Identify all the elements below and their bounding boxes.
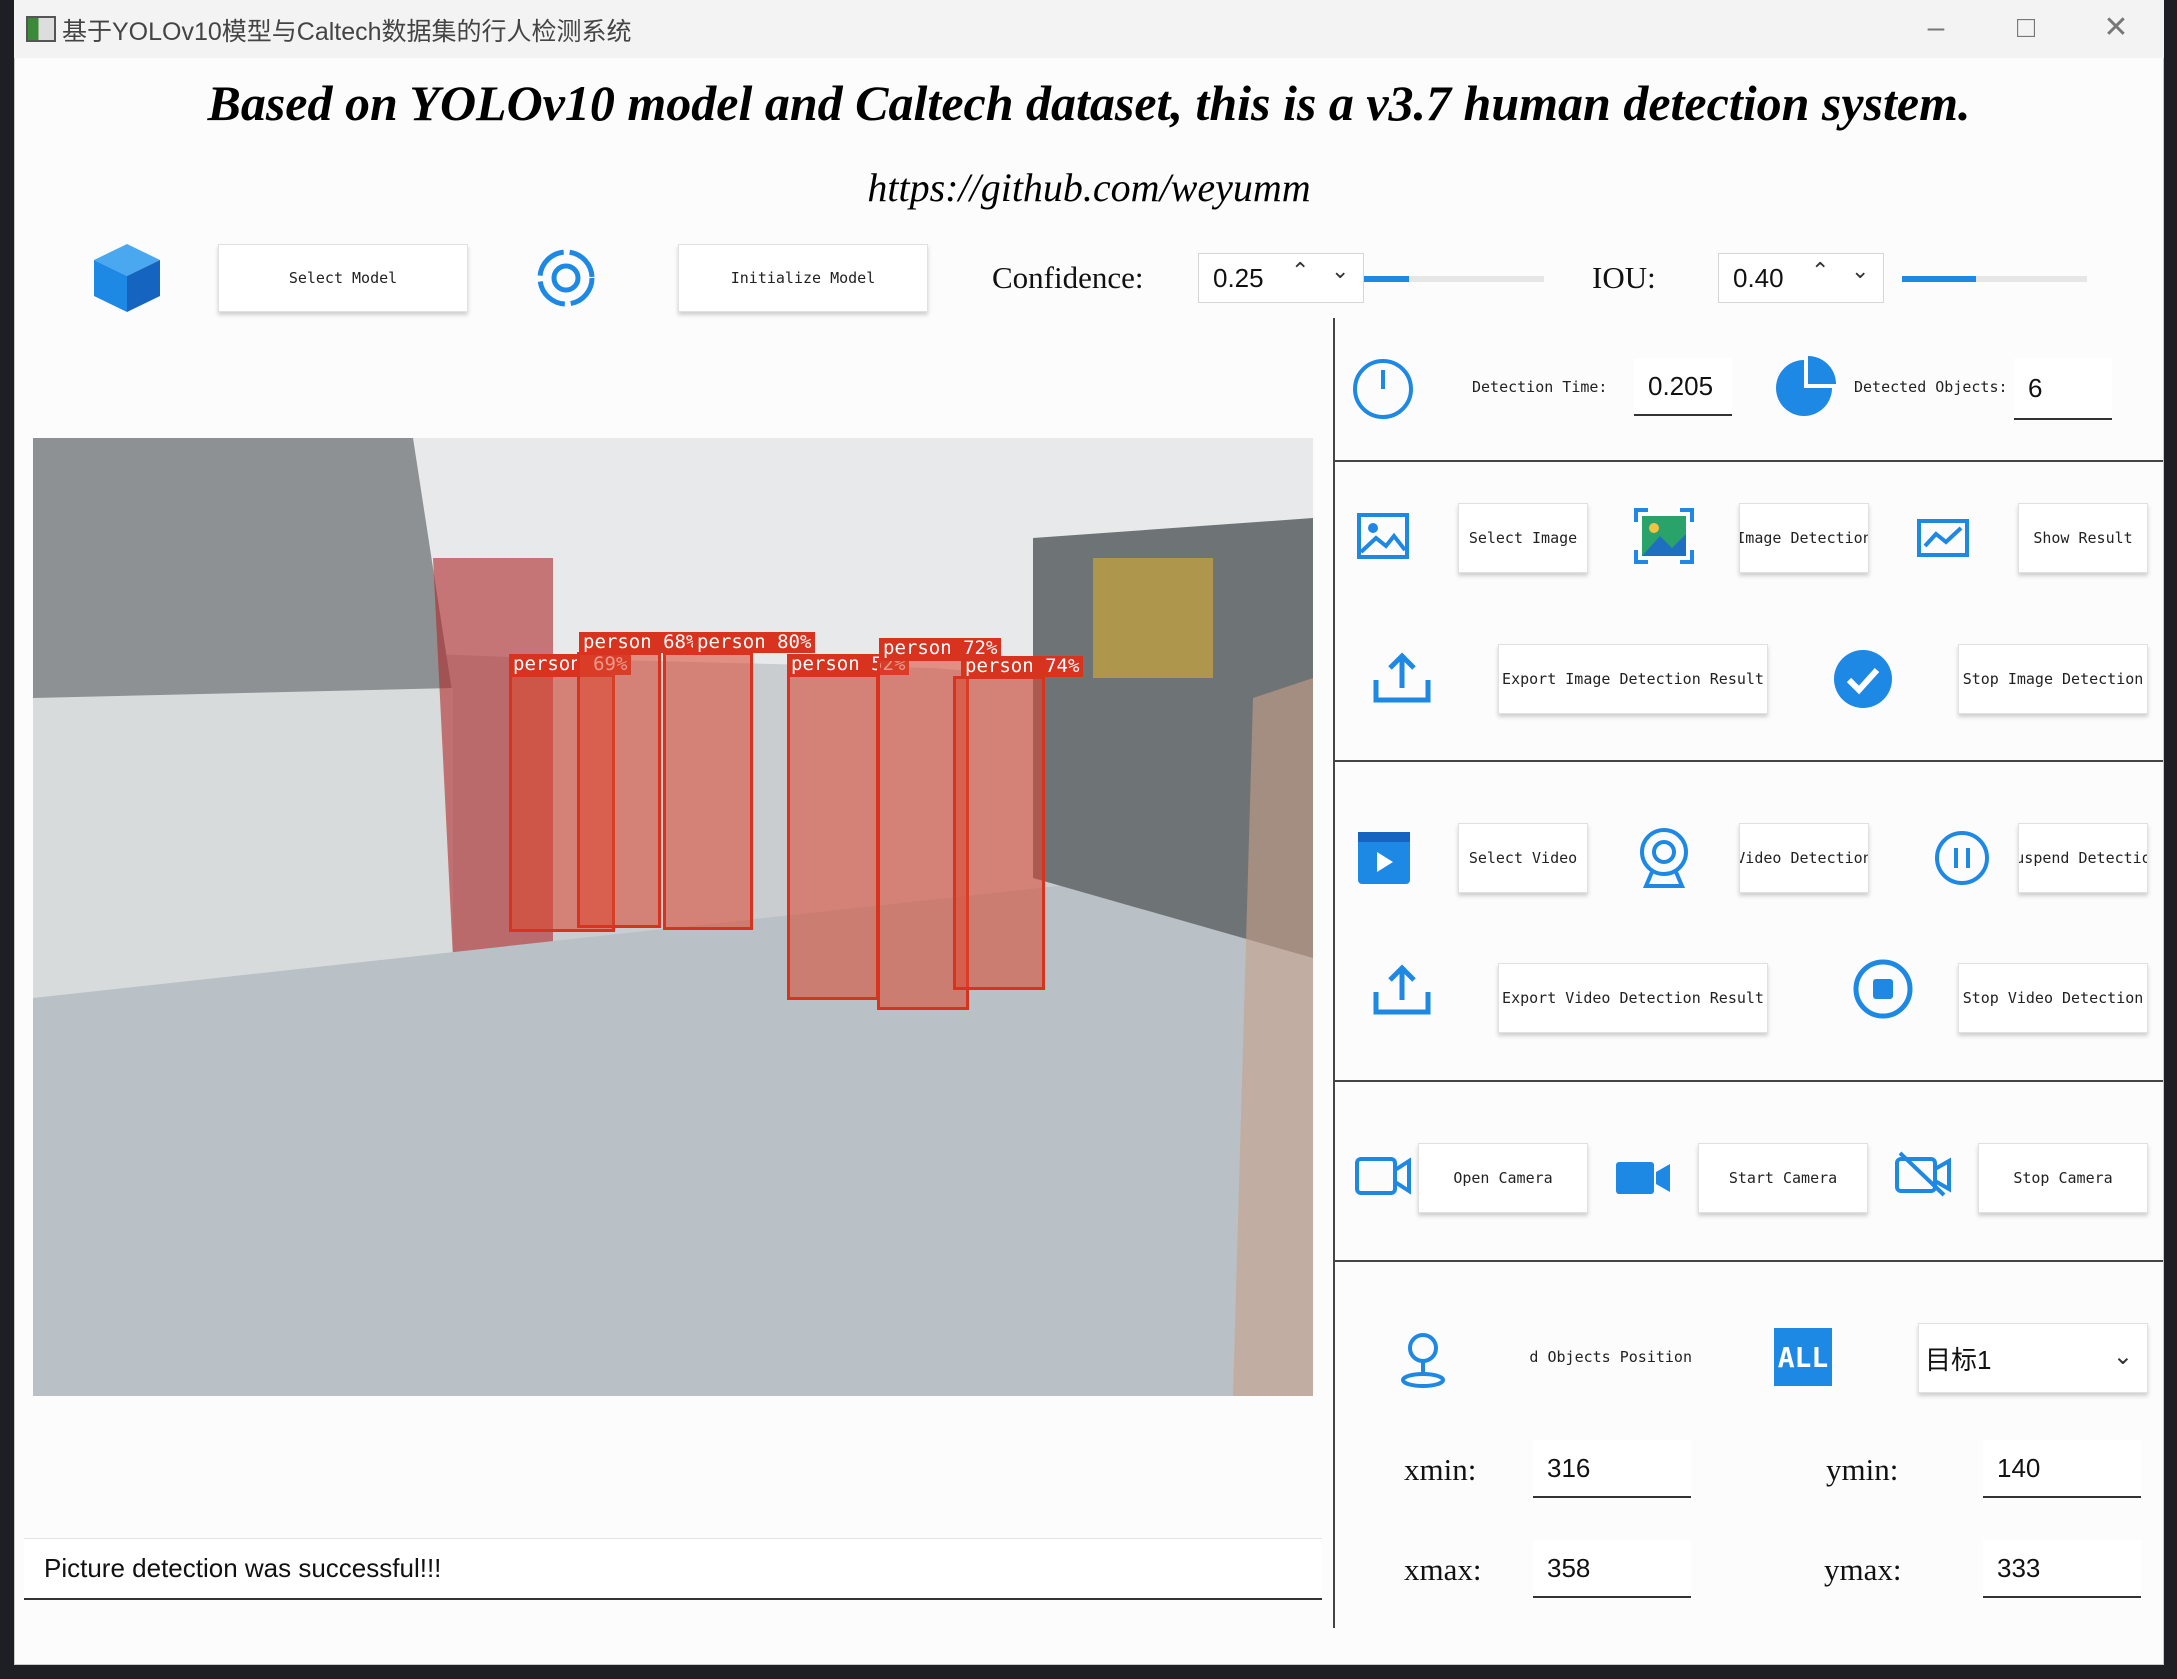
chevron-up-icon[interactable]: ⌃	[1291, 258, 1309, 284]
iou-value: 0.40	[1733, 262, 1784, 293]
check-circle-icon	[1834, 650, 1892, 708]
xmax-field: 358	[1533, 1540, 1691, 1598]
stop-video-detection-button[interactable]: Stop Video Detection	[1958, 963, 2148, 1033]
minimize-button[interactable]: –	[1906, 8, 1966, 48]
ymax-field: 333	[1983, 1540, 2141, 1598]
detection-box	[577, 652, 661, 928]
iou-slider-fill	[1902, 276, 1976, 282]
location-pin-icon	[1401, 1333, 1445, 1388]
video-detection-button[interactable]: Video Detection	[1739, 823, 1869, 893]
repo-link[interactable]: https://github.com/weyumm	[14, 164, 2164, 211]
detection-box	[787, 674, 879, 1000]
detection-label: person 68%	[579, 632, 702, 653]
select-model-button[interactable]: Select Model	[218, 244, 468, 312]
confidence-label: Confidence:	[992, 260, 1144, 295]
ymin-field: 140	[1983, 1440, 2141, 1498]
initialize-model-button[interactable]: Initialize Model	[678, 244, 928, 312]
xmin-label: xmin:	[1404, 1452, 1477, 1487]
target-select-value: 目标1	[1925, 1344, 1992, 1375]
open-camera-button[interactable]: Open Camera	[1418, 1143, 1588, 1213]
section-divider	[1333, 760, 2163, 762]
app-icon	[26, 16, 56, 42]
image-detection-button[interactable]: Image Detection	[1739, 503, 1869, 573]
chevron-down-icon[interactable]: ⌄	[1331, 258, 1349, 284]
confidence-value: 0.25	[1213, 262, 1264, 293]
show-result-button[interactable]: Show Result	[2018, 503, 2148, 573]
detection-time-label: Detection Time:	[1472, 378, 1608, 396]
export-image-result-button[interactable]: Export Image Detection Result	[1498, 644, 1768, 714]
timer-icon	[1353, 359, 1413, 419]
section-divider	[1333, 1080, 2163, 1082]
detected-objects-label: Detected Objects:	[1854, 378, 2008, 396]
iou-label: IOU:	[1592, 260, 1656, 295]
section-divider	[1333, 460, 2163, 462]
close-button[interactable]: ✕	[2086, 8, 2146, 48]
all-badge[interactable]: ALL	[1774, 1328, 1832, 1386]
confidence-slider-fill	[1364, 276, 1409, 282]
camera-outline-icon	[1355, 1157, 1411, 1195]
select-image-button[interactable]: Select Image	[1458, 503, 1588, 573]
target-select[interactable]: 目标1 ⌄	[1918, 1323, 2148, 1393]
detection-box	[953, 676, 1045, 990]
upload-icon	[1373, 652, 1431, 703]
detected-objects-position-label: Detected Objects Position	[1530, 1348, 1692, 1366]
window-title: 基于YOLOv10模型与Caltech数据集的行人检测系统	[62, 18, 632, 46]
section-divider	[1333, 1260, 2163, 1262]
camera-off-icon	[1895, 1151, 1951, 1197]
image-detection-icon	[1634, 508, 1694, 564]
status-message: Picture detection was successful!!!	[24, 1538, 1322, 1600]
video-file-icon	[1358, 832, 1410, 884]
detection-label: person 74%	[961, 656, 1084, 677]
detection-box	[663, 652, 753, 930]
xmin-field: 316	[1533, 1440, 1691, 1498]
refresh-icon	[537, 249, 595, 307]
select-video-button[interactable]: Select Video	[1458, 823, 1588, 893]
export-video-result-button[interactable]: Export Video Detection Result	[1498, 963, 1768, 1033]
camera-filled-icon	[1616, 1162, 1670, 1194]
suspend-detection-button[interactable]: Suspend Detection	[2018, 823, 2148, 893]
detected-objects-field: 6	[2014, 358, 2112, 420]
page-title: Based on YOLOv10 model and Caltech datas…	[207, 75, 1971, 131]
detection-image: person 69% person 68% person 80% person …	[33, 438, 1313, 1396]
ymax-label: ymax:	[1824, 1552, 1902, 1587]
iou-slider[interactable]	[1902, 276, 2087, 282]
detection-time-field: 0.205	[1634, 358, 1732, 416]
ymin-label: ymin:	[1826, 1452, 1899, 1487]
webcam-icon	[1640, 828, 1688, 888]
xmax-label: xmax:	[1404, 1552, 1482, 1587]
stop-circle-icon	[1853, 959, 1913, 1019]
image-icon	[1357, 513, 1409, 559]
maximize-button[interactable]: □	[1996, 8, 2056, 48]
pause-icon	[1935, 831, 1989, 885]
panel-divider	[1333, 318, 1335, 1628]
start-camera-button[interactable]: Start Camera	[1698, 1143, 1868, 1213]
detection-label: person 80%	[693, 632, 816, 653]
pie-chart-icon	[1776, 356, 1836, 416]
chevron-up-icon[interactable]: ⌃	[1811, 258, 1829, 284]
iou-spinbox[interactable]: 0.40 ⌃ ⌄	[1718, 253, 1884, 303]
stop-image-detection-button[interactable]: Stop Image Detection	[1958, 644, 2148, 714]
upload-icon	[1373, 964, 1431, 1015]
chevron-down-icon[interactable]: ⌄	[1851, 258, 1869, 284]
cube-icon	[94, 244, 160, 312]
confidence-slider[interactable]	[1364, 276, 1544, 282]
chevron-down-icon: ⌄	[2112, 1343, 2133, 1370]
confidence-spinbox[interactable]: 0.25 ⌃ ⌄	[1198, 253, 1364, 303]
chart-line-icon	[1917, 519, 1969, 557]
stop-camera-button[interactable]: Stop Camera	[1978, 1143, 2148, 1213]
